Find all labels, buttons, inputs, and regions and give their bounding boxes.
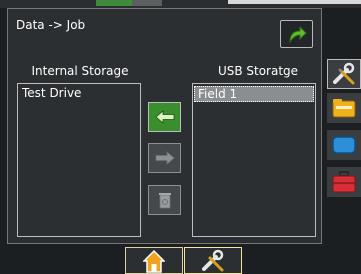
internal-storage-list[interactable]: Test Drive bbox=[17, 83, 141, 237]
redo-arrow-icon bbox=[288, 25, 307, 44]
dialog-title: Data -> Job bbox=[16, 18, 86, 32]
copy-to-usb-button[interactable] bbox=[148, 143, 181, 173]
folder-icon bbox=[332, 99, 356, 118]
usb-storage-label: USB Storatge bbox=[217, 64, 299, 78]
arrow-right-icon bbox=[155, 151, 175, 165]
top-status-strip bbox=[0, 0, 361, 8]
data-job-dialog: Data -> Job Internal Storage USB Storatg… bbox=[7, 8, 322, 244]
usb-storage-list[interactable]: Field 1 bbox=[192, 83, 316, 237]
copy-to-internal-button[interactable] bbox=[148, 102, 181, 132]
status-indicator-grey bbox=[132, 0, 162, 6]
home-icon bbox=[143, 249, 165, 273]
settings-tab[interactable] bbox=[184, 247, 242, 274]
status-indicator-light bbox=[228, 0, 361, 4]
home-tab[interactable] bbox=[125, 247, 183, 274]
display-icon bbox=[332, 136, 356, 154]
toolbox-button[interactable] bbox=[327, 167, 361, 197]
wrench-screwdriver-icon bbox=[202, 249, 224, 271]
internal-storage-label: Internal Storage bbox=[31, 64, 129, 78]
tools-button[interactable] bbox=[327, 59, 361, 89]
folder-button[interactable] bbox=[327, 93, 361, 123]
toolbox-icon bbox=[332, 171, 356, 193]
status-indicator-green bbox=[96, 0, 132, 6]
list-item[interactable]: Test Drive bbox=[18, 84, 140, 102]
recycle-bin-icon bbox=[158, 193, 171, 209]
arrow-left-icon bbox=[154, 110, 174, 124]
redo-button[interactable] bbox=[280, 20, 313, 48]
display-button[interactable] bbox=[327, 130, 361, 160]
list-item-selected[interactable]: Field 1 bbox=[194, 86, 314, 102]
wrench-screwdriver-icon bbox=[333, 62, 355, 85]
delete-button[interactable] bbox=[148, 185, 181, 215]
